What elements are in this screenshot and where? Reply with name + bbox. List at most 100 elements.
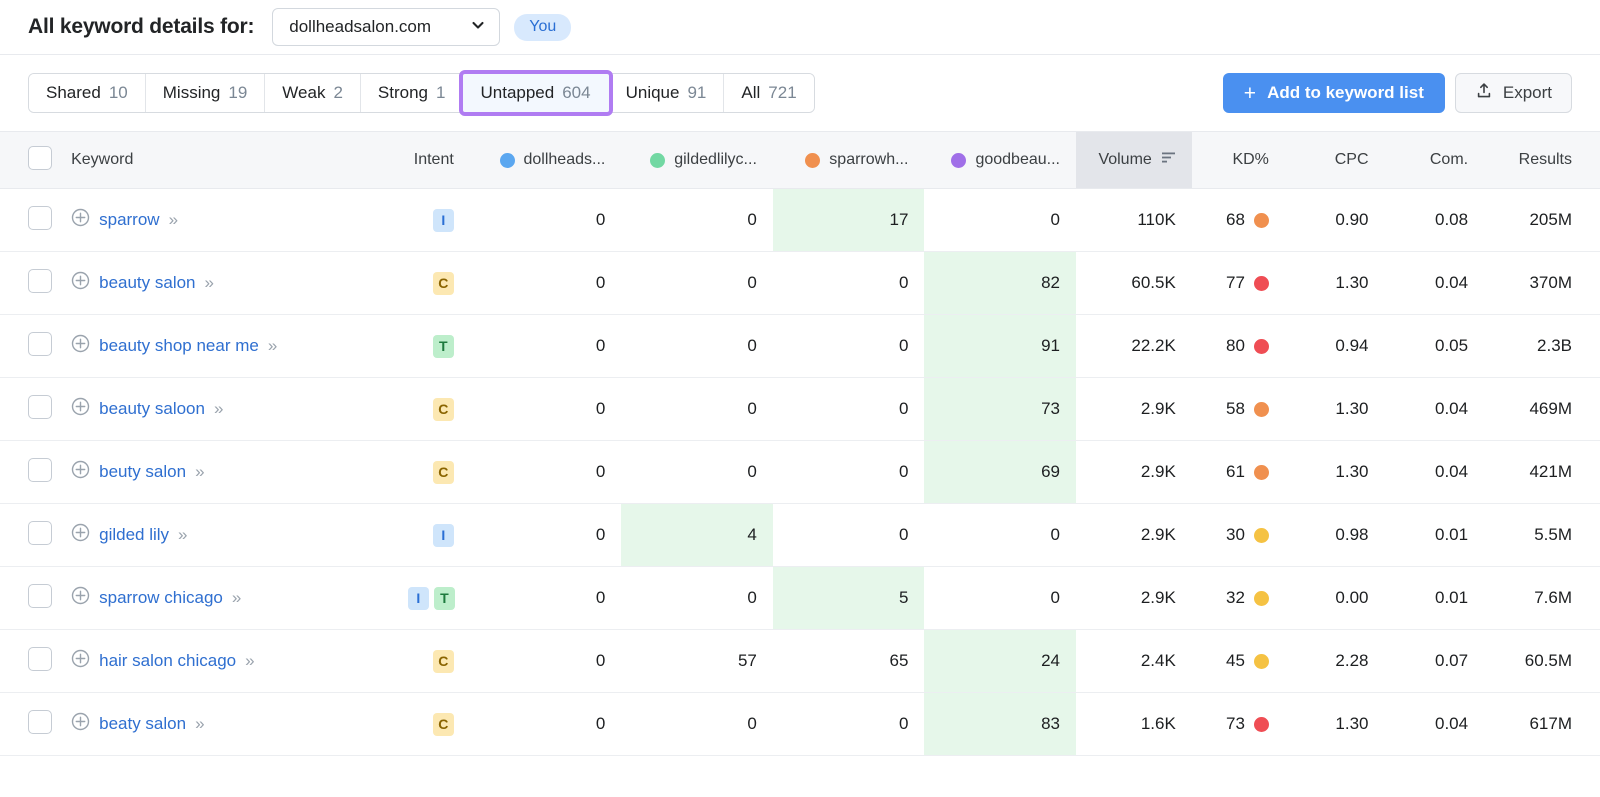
intent-badge[interactable]: C (433, 650, 454, 673)
expand-chevrons-icon[interactable]: » (195, 462, 202, 482)
select-all-checkbox[interactable] (28, 146, 52, 170)
competitor-position-cell: 0 (773, 378, 925, 441)
row-checkbox[interactable] (28, 584, 52, 608)
kd-cell: 32 (1192, 567, 1285, 630)
intent-badge[interactable]: I (408, 587, 429, 610)
add-to-keyword-list-button[interactable]: + Add to keyword list (1223, 73, 1445, 113)
column-header-competitor-2[interactable]: gildedlilyc... (621, 132, 773, 189)
row-checkbox[interactable] (28, 647, 52, 671)
domain-select[interactable]: dollheadsalon.com (272, 8, 500, 46)
expand-chevrons-icon[interactable]: » (169, 210, 176, 230)
keyword-link[interactable]: beauty salon (99, 273, 195, 293)
add-keyword-icon[interactable] (71, 208, 90, 232)
tab-all[interactable]: All 721 (724, 74, 813, 112)
intent-badge[interactable]: T (434, 587, 455, 610)
column-header-competitor-3[interactable]: sparrowh... (773, 132, 925, 189)
column-header-volume[interactable]: Volume (1076, 132, 1192, 189)
keyword-link[interactable]: hair salon chicago (99, 651, 236, 671)
tab-label: Untapped (480, 83, 554, 103)
row-checkbox[interactable] (28, 206, 52, 230)
row-checkbox[interactable] (28, 521, 52, 545)
row-checkbox[interactable] (28, 458, 52, 482)
table-row[interactable]: beauty salon»C0008260.5K771.300.04370M (0, 252, 1600, 315)
add-keyword-icon[interactable] (71, 271, 90, 295)
table-row[interactable]: beuty salon»C000692.9K611.300.04421M (0, 441, 1600, 504)
volume-cell: 2.9K (1076, 504, 1192, 567)
row-select-cell (0, 189, 67, 252)
kd-difficulty-dot (1254, 339, 1269, 354)
com-cell: 0.08 (1385, 189, 1485, 252)
intent-badges: C (433, 713, 454, 736)
keyword-link[interactable]: sparrow (99, 210, 159, 230)
add-keyword-icon[interactable] (71, 649, 90, 673)
expand-chevrons-icon[interactable]: » (268, 336, 275, 356)
keywords-table: Keyword Intent dollheads... gildedlilyc.… (0, 131, 1600, 756)
row-checkbox[interactable] (28, 710, 52, 734)
competitor-position-cell: 0 (773, 693, 925, 756)
column-header-keyword[interactable]: Keyword (67, 132, 392, 189)
column-header-com[interactable]: Com. (1385, 132, 1485, 189)
intent-badge[interactable]: C (433, 398, 454, 421)
column-header-intent[interactable]: Intent (392, 132, 470, 189)
competitor-position-cell: 0 (470, 189, 622, 252)
competitor-position-cell: 0 (621, 189, 773, 252)
add-to-keyword-list-label: Add to keyword list (1267, 83, 1424, 103)
export-button[interactable]: Export (1455, 73, 1572, 113)
column-header-competitor-1[interactable]: dollheads... (470, 132, 622, 189)
column-header-cpc[interactable]: CPC (1285, 132, 1385, 189)
keyword-link[interactable]: beaty salon (99, 714, 186, 734)
intent-badges: C (433, 398, 454, 421)
kd-value: 30 (1226, 525, 1245, 545)
add-keyword-icon[interactable] (71, 460, 90, 484)
tab-missing[interactable]: Missing 19 (146, 74, 266, 112)
competitor-position-cell: 0 (621, 567, 773, 630)
add-keyword-icon[interactable] (71, 523, 90, 547)
table-row[interactable]: beauty shop near me»T0009122.2K800.940.0… (0, 315, 1600, 378)
intent-badge[interactable]: I (433, 209, 454, 232)
plus-icon: + (1244, 83, 1256, 104)
table-row[interactable]: hair salon chicago»C05765242.4K452.280.0… (0, 630, 1600, 693)
keyword-link[interactable]: gilded lily (99, 525, 169, 545)
table-row[interactable]: sparrow»I00170110K680.900.08205M (0, 189, 1600, 252)
table-row[interactable]: sparrow chicago»IT00502.9K320.000.017.6M (0, 567, 1600, 630)
keyword-link[interactable]: beauty shop near me (99, 336, 259, 356)
expand-chevrons-icon[interactable]: » (245, 651, 252, 671)
column-header-competitor-4[interactable]: goodbeau... (924, 132, 1076, 189)
keyword-cell: hair salon chicago » (67, 630, 392, 693)
intent-badge[interactable]: T (433, 335, 454, 358)
column-header-volume-label: Volume (1098, 151, 1151, 169)
competitor-position-cell: 0 (924, 189, 1076, 252)
table-row[interactable]: beaty salon»C000831.6K731.300.04617M (0, 693, 1600, 756)
column-header-kd[interactable]: KD% (1192, 132, 1285, 189)
row-checkbox[interactable] (28, 269, 52, 293)
add-keyword-icon[interactable] (71, 334, 90, 358)
expand-chevrons-icon[interactable]: » (178, 525, 185, 545)
intent-badge[interactable]: I (433, 524, 454, 547)
expand-chevrons-icon[interactable]: » (195, 714, 202, 734)
keyword-link[interactable]: beuty salon (99, 462, 186, 482)
add-keyword-icon[interactable] (71, 397, 90, 421)
keyword-link[interactable]: sparrow chicago (99, 588, 223, 608)
row-checkbox[interactable] (28, 332, 52, 356)
keyword-link[interactable]: beauty saloon (99, 399, 205, 419)
tab-weak[interactable]: Weak 2 (265, 74, 361, 112)
kd-difficulty-dot (1254, 276, 1269, 291)
tab-unique[interactable]: Unique 91 (609, 74, 725, 112)
table-row[interactable]: gilded lily»I04002.9K300.980.015.5M (0, 504, 1600, 567)
add-keyword-icon[interactable] (71, 712, 90, 736)
tab-strong[interactable]: Strong 1 (361, 74, 464, 112)
expand-chevrons-icon[interactable]: » (232, 588, 239, 608)
row-checkbox[interactable] (28, 395, 52, 419)
tab-shared[interactable]: Shared 10 (29, 74, 146, 112)
tab-untapped[interactable]: Untapped 604 (463, 74, 608, 112)
intent-badge[interactable]: C (433, 713, 454, 736)
intent-badge[interactable]: C (433, 461, 454, 484)
add-keyword-icon[interactable] (71, 586, 90, 610)
competitor-position-cell: 0 (773, 315, 925, 378)
column-header-results[interactable]: Results (1484, 132, 1600, 189)
intent-badge[interactable]: C (433, 272, 454, 295)
expand-chevrons-icon[interactable]: » (205, 273, 212, 293)
volume-cell: 110K (1076, 189, 1192, 252)
table-row[interactable]: beauty saloon»C000732.9K581.300.04469M (0, 378, 1600, 441)
expand-chevrons-icon[interactable]: » (214, 399, 221, 419)
